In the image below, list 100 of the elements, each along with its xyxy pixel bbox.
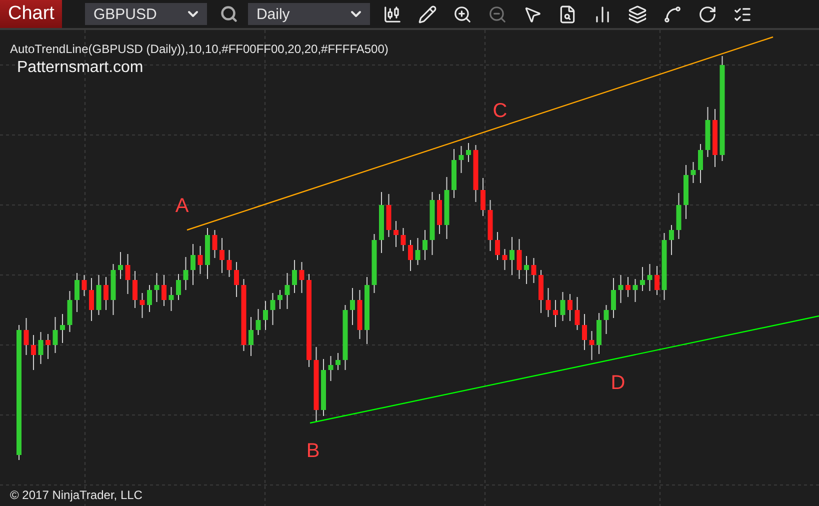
candle <box>96 274 102 316</box>
point-label: C <box>492 100 508 122</box>
candle <box>400 228 406 252</box>
candle <box>437 194 442 234</box>
candle <box>125 254 130 294</box>
candle <box>574 296 580 330</box>
candle <box>168 286 174 312</box>
candle <box>626 276 630 298</box>
candle <box>60 314 65 344</box>
candle <box>52 316 58 354</box>
candle <box>198 246 203 274</box>
candle <box>538 270 544 314</box>
watermark-text: Patternsmart.com <box>17 59 144 77</box>
candle <box>212 230 218 258</box>
candle <box>553 300 558 328</box>
candle <box>154 272 160 302</box>
candle <box>408 240 413 272</box>
candle <box>24 318 29 356</box>
candle <box>690 162 696 184</box>
candle <box>444 176 450 240</box>
candle <box>379 192 384 254</box>
candle <box>458 146 464 174</box>
interval-dropdown[interactable]: Daily <box>248 3 370 25</box>
candle <box>183 256 188 290</box>
candle <box>82 274 87 296</box>
copyright-text: © 2017 NinjaTrader, LLC <box>10 488 142 502</box>
candle <box>226 250 232 278</box>
candle <box>452 148 456 198</box>
candle <box>299 262 304 294</box>
candle <box>104 276 108 310</box>
candle <box>336 352 340 370</box>
candle <box>488 200 493 252</box>
candle <box>89 278 94 322</box>
candle <box>38 332 44 364</box>
candle <box>480 178 486 216</box>
candle <box>372 234 377 294</box>
candle <box>278 290 282 310</box>
candle <box>632 278 638 302</box>
candle <box>531 258 536 284</box>
candle <box>321 358 326 416</box>
candle <box>205 228 210 280</box>
candle <box>705 106 710 158</box>
candle <box>654 266 660 296</box>
candle <box>568 294 572 322</box>
candle <box>132 270 138 308</box>
candle <box>234 262 239 298</box>
candle <box>328 356 334 382</box>
candle <box>669 224 674 256</box>
candle <box>350 288 355 326</box>
candle <box>524 256 529 284</box>
candle <box>292 260 297 294</box>
point-label: A <box>175 195 189 217</box>
point-label: D <box>610 372 626 394</box>
candle <box>357 290 362 340</box>
candle <box>589 330 594 360</box>
candle <box>510 236 514 276</box>
candle <box>162 274 166 306</box>
point-label: B <box>306 440 320 462</box>
candle <box>284 272 290 310</box>
candle <box>118 252 123 280</box>
instrument-dropdown[interactable]: GBPUSD <box>85 3 208 25</box>
candle <box>263 300 268 330</box>
candle <box>140 292 145 318</box>
candle <box>147 284 152 312</box>
chart-title: Chart <box>0 0 62 28</box>
candle <box>676 192 682 240</box>
candle <box>502 248 508 270</box>
candle <box>712 108 718 168</box>
candle <box>364 276 370 344</box>
candle <box>647 264 652 292</box>
candle <box>422 230 428 260</box>
candle <box>640 266 645 292</box>
candle <box>67 290 72 332</box>
candle <box>560 292 566 322</box>
candle <box>248 316 254 356</box>
candle <box>596 312 602 354</box>
candle <box>662 232 667 300</box>
indicator-label: AutoTrendLine(GBPUSD (Daily)),10,10,#FF00FF00,20,20,#FFFFA500) <box>10 42 388 56</box>
candle <box>430 192 435 256</box>
candle <box>176 274 181 300</box>
candle <box>415 238 420 266</box>
candle <box>31 334 36 370</box>
candle <box>495 232 500 260</box>
candle <box>466 142 471 162</box>
candle <box>516 238 522 280</box>
candle <box>256 308 261 336</box>
candle <box>698 144 703 184</box>
candle <box>582 314 587 350</box>
candle <box>386 194 392 238</box>
candle <box>604 304 609 334</box>
candle <box>618 274 624 304</box>
candle <box>74 272 80 312</box>
candle <box>110 264 116 316</box>
candle <box>220 238 224 274</box>
candle <box>684 164 688 220</box>
candle <box>342 304 348 370</box>
candle <box>473 144 478 202</box>
candle <box>611 278 616 318</box>
candle <box>394 220 398 248</box>
candle <box>190 244 196 286</box>
